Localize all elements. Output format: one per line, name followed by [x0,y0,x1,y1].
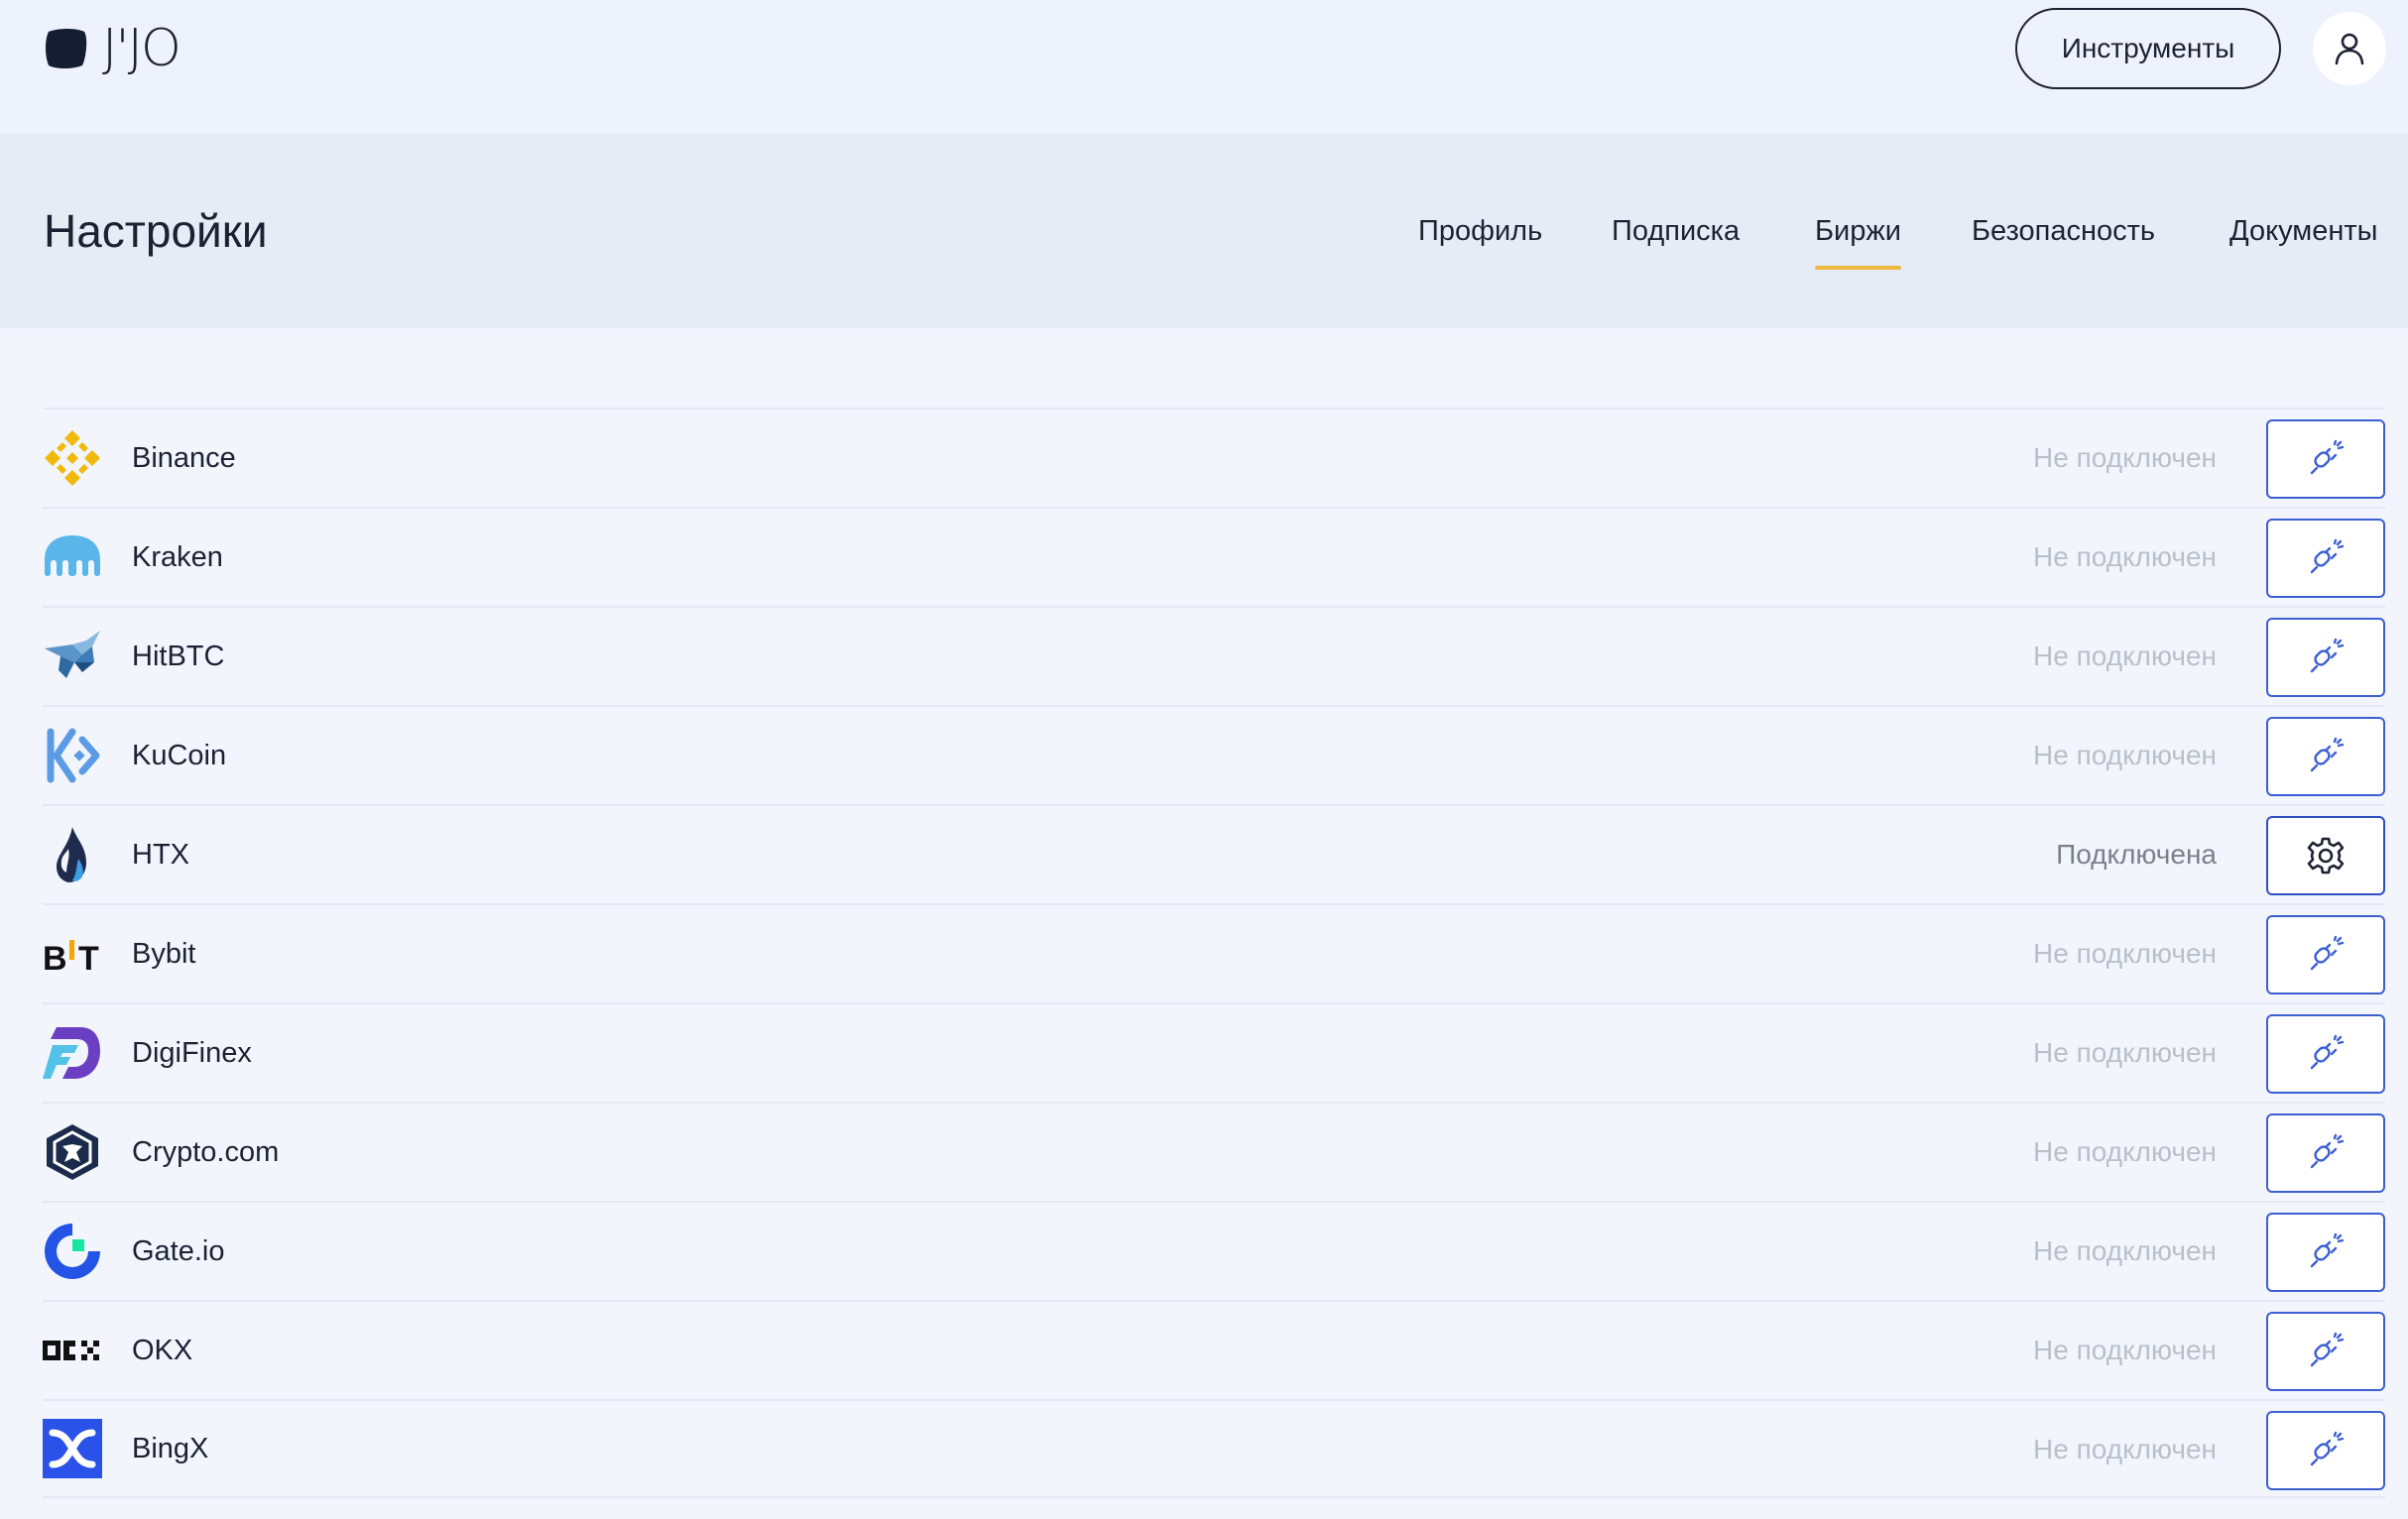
digifinex-icon [43,1023,102,1083]
connect-button[interactable] [2266,1213,2385,1292]
connect-button[interactable] [2266,915,2385,994]
logo-mark-icon [46,29,87,68]
exchange-settings-button[interactable] [2266,816,2385,895]
exchange-name: Crypto.com [132,1135,280,1168]
kucoin-icon [43,726,102,785]
connection-status: Не подключен [2033,1136,2217,1167]
plug-icon [2310,638,2345,673]
exchange-row-kraken: Kraken Не подключен [43,507,2385,606]
exchange-row-htx: HTX Подключена [43,804,2385,903]
user-icon [2335,33,2364,65]
settings-tabs: Профиль Подписка Биржи Безопасность Доку… [0,213,2408,292]
connection-status: Не подключен [2033,1037,2217,1068]
svg-text:B: B [43,940,67,978]
tab-documents[interactable]: Документы [2229,213,2378,249]
plug-icon [2310,439,2345,475]
gateio-icon [43,1222,102,1281]
connect-button[interactable] [2266,717,2385,796]
user-profile-button[interactable] [2313,12,2386,85]
binance-icon [43,428,102,488]
plug-icon [2310,935,2345,971]
exchange-list: Binance Не подключен Kraken Не подключен [43,408,2385,1498]
svg-text:T: T [78,940,99,978]
cryptocom-icon [43,1122,102,1182]
plug-icon [2310,1431,2345,1466]
connect-button[interactable] [2266,419,2385,499]
bingx-icon [43,1419,102,1478]
connection-status: Не подключен [2033,1235,2217,1266]
exchange-row-binance: Binance Не подключен [43,408,2385,507]
connection-status: Не подключен [2033,1434,2217,1464]
exchange-name: KuCoin [132,739,227,771]
connection-status: Не подключен [2033,938,2217,969]
connect-button[interactable] [2266,1411,2385,1490]
settings-header: Настройки Профиль Подписка Биржи Безопас… [0,134,2408,328]
exchange-row-okx: OKX Не подключен [43,1300,2385,1399]
logo-text: J'JO [102,19,181,78]
tab-security[interactable]: Безопасность [1972,213,2155,249]
exchange-row-cryptocom: Crypto.com Не подключен [43,1102,2385,1201]
exchange-row-bingx: BingX Не подключен [43,1399,2385,1498]
app-logo[interactable]: J'JO [43,19,181,78]
exchange-name: HitBTC [132,640,225,672]
tab-profile[interactable]: Профиль [1418,213,1542,249]
connect-button[interactable] [2266,1113,2385,1193]
plug-icon [2310,1332,2345,1367]
connection-status: Не подключен [2033,541,2217,572]
exchange-name: Gate.io [132,1234,225,1267]
kraken-icon [43,527,102,587]
top-bar: J'JO Инструменты [0,0,2408,134]
exchange-row-hitbtc: HitBTC Не подключен [43,606,2385,705]
exchange-name: Bybit [132,937,196,970]
exchange-row-gateio: Gate.io Не подключен [43,1201,2385,1300]
exchange-name: Kraken [132,540,223,573]
okx-icon [43,1321,102,1380]
plug-icon [2310,1133,2345,1169]
connection-status: Не подключен [2033,641,2217,671]
connect-button[interactable] [2266,1014,2385,1094]
exchange-name: DigiFinex [132,1036,252,1069]
exchange-name: HTX [132,838,189,871]
connect-button[interactable] [2266,519,2385,598]
plug-icon [2310,1232,2345,1268]
tools-button[interactable]: Инструменты [2015,8,2281,89]
gear-icon [2307,837,2345,875]
tab-exchanges[interactable]: Биржи [1815,213,1901,270]
exchange-name: Binance [132,441,236,474]
tab-subscription[interactable]: Подписка [1612,213,1740,249]
exchange-name: BingX [132,1432,209,1464]
plug-icon [2310,737,2345,772]
connection-status: Не подключен [2033,740,2217,770]
hitbtc-icon [43,627,102,686]
connection-status: Не подключен [2033,442,2217,473]
exchange-row-kucoin: KuCoin Не подключен [43,705,2385,804]
connection-status: Подключена [2056,839,2217,870]
plug-icon [2310,1034,2345,1070]
connect-button[interactable] [2266,618,2385,697]
exchange-name: OKX [132,1334,193,1366]
htx-icon [43,825,102,884]
exchange-row-digifinex: DigiFinex Не подключен [43,1002,2385,1102]
plug-icon [2310,538,2345,574]
connection-status: Не подключен [2033,1335,2217,1365]
bybit-icon: B T [43,924,102,984]
connect-button[interactable] [2266,1312,2385,1391]
exchange-row-bybit: B T Bybit Не подключен [43,903,2385,1002]
